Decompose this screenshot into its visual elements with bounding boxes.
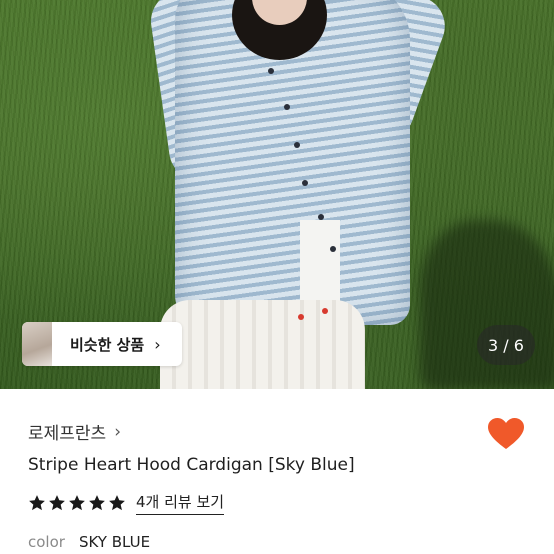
cardigan-button bbox=[284, 104, 290, 110]
star-icon bbox=[69, 495, 85, 511]
similar-product-thumbnail bbox=[22, 322, 52, 366]
product-title: Stripe Heart Hood Cardigan [Sky Blue] bbox=[28, 455, 355, 475]
similar-products-label: 비슷한 상품 bbox=[70, 335, 145, 354]
rating-row: 4개 리뷰 보기 bbox=[28, 491, 225, 515]
product-photo[interactable]: 비슷한 상품 › 3 / 6 bbox=[0, 0, 554, 389]
cardigan-button bbox=[318, 214, 324, 220]
heart-icon[interactable] bbox=[487, 417, 525, 451]
star-icon bbox=[109, 495, 125, 511]
cardigan-button bbox=[294, 142, 300, 148]
shadow bbox=[420, 220, 554, 389]
chevron-right-icon: › bbox=[114, 421, 122, 442]
rating-stars bbox=[28, 494, 126, 512]
cardigan-button bbox=[330, 246, 336, 252]
heart-mark bbox=[322, 308, 328, 314]
option-value: SKY BLUE bbox=[78, 533, 151, 551]
inner-top bbox=[300, 220, 340, 310]
brand-name: 로제프란츠 bbox=[28, 424, 107, 444]
option-label: color bbox=[28, 533, 65, 551]
cardigan-button bbox=[268, 68, 274, 74]
chevron-right-icon: › bbox=[154, 334, 161, 354]
product-info: 로제프란츠 › Stripe Heart Hood Cardigan [Sky … bbox=[0, 389, 554, 554]
reviews-link[interactable]: 4개 리뷰 보기 bbox=[136, 491, 225, 515]
skirt bbox=[160, 300, 365, 389]
similar-products-button[interactable]: 비슷한 상품 › bbox=[22, 322, 182, 366]
star-icon bbox=[49, 495, 65, 511]
cardigan-button bbox=[302, 180, 308, 186]
star-icon bbox=[29, 495, 45, 511]
image-page-indicator: 3 / 6 bbox=[477, 325, 535, 365]
option-row: color SKY BLUE bbox=[28, 533, 150, 551]
star-icon bbox=[89, 495, 105, 511]
heart-mark bbox=[298, 314, 304, 320]
brand-link[interactable]: 로제프란츠 › bbox=[28, 419, 122, 445]
